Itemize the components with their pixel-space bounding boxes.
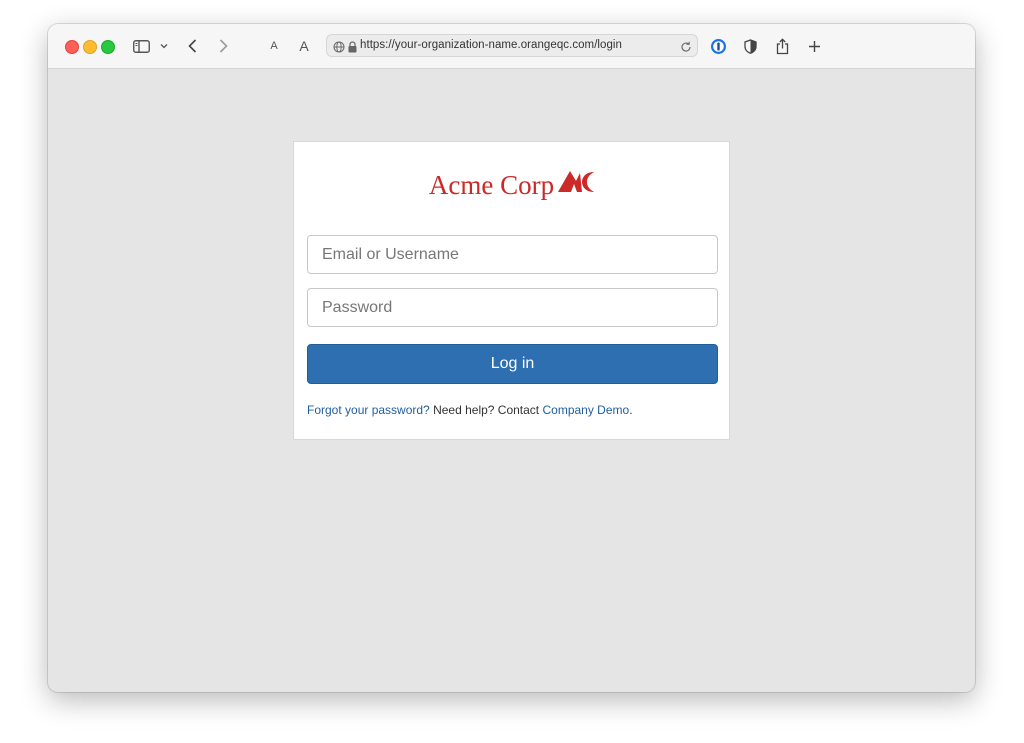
login-button[interactable]: Log in bbox=[307, 344, 718, 384]
reload-icon[interactable] bbox=[680, 40, 692, 58]
browser-toolbar: A A https://your-organization-name.orang… bbox=[48, 24, 975, 69]
chevron-down-icon[interactable] bbox=[159, 34, 169, 58]
password-input[interactable] bbox=[307, 288, 718, 327]
help-text: Need help? Contact bbox=[429, 403, 543, 417]
login-card: Acme Corp Log in Forgot your password? N… bbox=[293, 141, 730, 440]
logo-mark-icon bbox=[558, 169, 595, 198]
password-manager-icon[interactable] bbox=[709, 34, 727, 58]
lock-icon bbox=[348, 40, 357, 58]
increase-font-button[interactable]: A bbox=[298, 34, 310, 58]
page-content: Acme Corp Log in Forgot your password? N… bbox=[48, 69, 975, 692]
zoom-window-button[interactable] bbox=[101, 40, 115, 54]
new-tab-icon[interactable] bbox=[806, 34, 822, 58]
help-line: Forgot your password? Need help? Contact… bbox=[307, 403, 633, 417]
help-period: . bbox=[629, 403, 633, 417]
sidebar-icon[interactable] bbox=[132, 34, 150, 58]
close-window-button[interactable] bbox=[65, 40, 79, 54]
forward-icon[interactable] bbox=[217, 34, 229, 58]
decrease-font-button[interactable]: A bbox=[269, 34, 279, 58]
company-logo: Acme Corp bbox=[294, 170, 729, 201]
logo-text: Acme Corp bbox=[428, 170, 555, 200]
url-text: https://your-organization-name.orangeqc.… bbox=[360, 39, 622, 51]
forgot-password-link[interactable]: Forgot your password? bbox=[307, 403, 430, 417]
globe-icon bbox=[333, 40, 345, 58]
address-bar[interactable]: https://your-organization-name.orangeqc.… bbox=[326, 34, 698, 57]
company-demo-link[interactable]: Company Demo bbox=[542, 403, 629, 417]
browser-window: A A https://your-organization-name.orang… bbox=[48, 24, 975, 692]
minimize-window-button[interactable] bbox=[83, 40, 97, 54]
privacy-shield-icon[interactable] bbox=[742, 34, 758, 58]
share-icon[interactable] bbox=[774, 34, 790, 58]
email-username-input[interactable] bbox=[307, 235, 718, 274]
back-icon[interactable] bbox=[186, 34, 198, 58]
